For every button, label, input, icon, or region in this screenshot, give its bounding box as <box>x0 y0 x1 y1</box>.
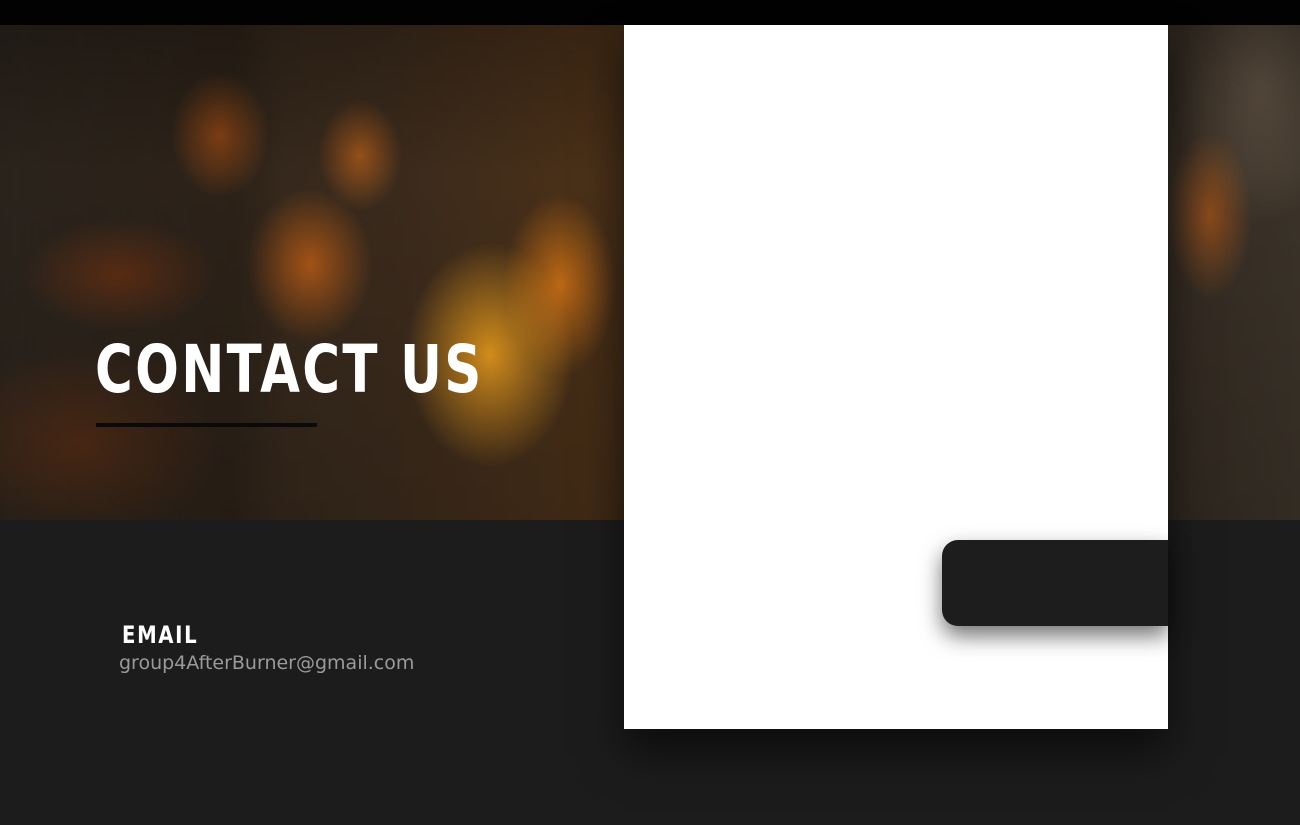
email-label: EMAIL <box>122 621 199 649</box>
top-bar <box>0 0 1300 25</box>
email-info: EMAIL group4AfterBurner@gmail.com <box>119 618 414 676</box>
contact-page: CONTACT US EMAIL group4AfterBurner@gmail… <box>0 0 1300 825</box>
email-address: group4AfterBurner@gmail.com <box>119 652 415 674</box>
title-underline <box>96 423 317 427</box>
submit-button[interactable] <box>942 540 1168 626</box>
page-title: CONTACT US <box>95 331 484 408</box>
